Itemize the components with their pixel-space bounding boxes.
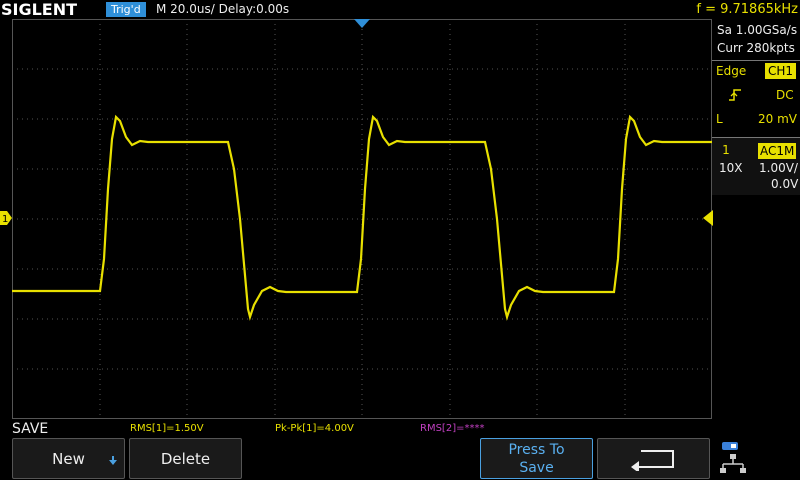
waveform-grid bbox=[12, 19, 712, 419]
arrow-down-icon bbox=[109, 456, 117, 465]
back-button[interactable] bbox=[597, 438, 710, 479]
memory-depth: Curr 280kpts bbox=[717, 41, 795, 55]
delete-button-label: Delete bbox=[160, 449, 211, 468]
frequency-counter: f = 9.71865kHz bbox=[696, 2, 798, 17]
channel-probe: 10X bbox=[719, 161, 743, 175]
trigger-coupling: DC bbox=[776, 88, 794, 102]
channel-number: 1 bbox=[722, 143, 730, 157]
trigger-status-badge: Trig'd bbox=[106, 2, 146, 17]
measurement-rms2: RMS[2]=**** bbox=[420, 423, 485, 434]
channel-coupling: AC1M bbox=[758, 143, 797, 159]
trigger-type: Edge bbox=[716, 64, 747, 78]
channel-offset: 0.0V bbox=[771, 177, 799, 191]
measurement-pkpk1: Pk-Pk[1]=4.00V bbox=[275, 423, 354, 434]
delete-button[interactable]: Delete bbox=[129, 438, 242, 479]
sample-rate: Sa 1.00GSa/s bbox=[717, 23, 798, 37]
brand-logo: SIGLENT bbox=[1, 0, 78, 19]
new-button-label: New bbox=[52, 449, 85, 468]
new-button[interactable]: New bbox=[12, 438, 125, 479]
measurement-rms1: RMS[1]=1.50V bbox=[130, 423, 204, 434]
press-to-save-line1: Press To bbox=[508, 441, 565, 458]
trigger-level-value: 20 mV bbox=[758, 112, 797, 126]
trigger-level-label: L bbox=[716, 112, 723, 126]
press-to-save-button[interactable]: Press To Save bbox=[480, 438, 593, 479]
ch1-marker-label: 1 bbox=[2, 214, 8, 225]
rising-edge-icon bbox=[729, 89, 741, 101]
trigger-level-marker[interactable] bbox=[703, 210, 713, 226]
channel-scale: 1.00V/ bbox=[759, 161, 798, 175]
trigger-position-marker[interactable] bbox=[354, 19, 370, 28]
press-to-save-line2: Save bbox=[519, 459, 554, 476]
timebase-readout: M 20.0us/ Delay:0.00s bbox=[156, 2, 290, 16]
return-arrow-icon bbox=[630, 449, 674, 471]
ch1-ground-marker[interactable]: 1 bbox=[0, 211, 12, 225]
trigger-source: CH1 bbox=[765, 63, 797, 79]
ch1-waveform-trace bbox=[12, 114, 712, 321]
network-status-icon bbox=[720, 442, 746, 473]
menu-title: SAVE bbox=[12, 421, 49, 437]
